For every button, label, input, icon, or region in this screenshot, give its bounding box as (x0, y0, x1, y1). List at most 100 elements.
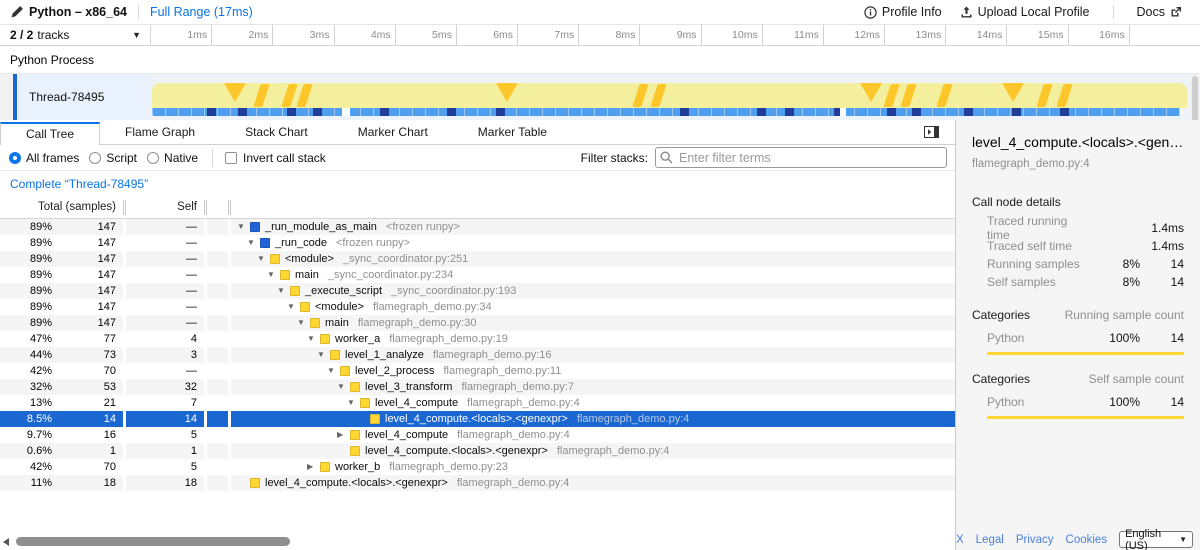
detail-value: 14 (1140, 275, 1184, 289)
ruler-tick[interactable]: 3ms (273, 25, 334, 45)
marker-slash-icon[interactable] (650, 84, 666, 107)
thread-label[interactable]: Thread-78495 (17, 74, 150, 120)
tab-call-tree[interactable]: Call Tree (0, 122, 100, 145)
ruler-ticks[interactable]: 1ms2ms3ms4ms5ms6ms7ms8ms9ms10ms11ms12ms1… (150, 25, 1190, 45)
table-row[interactable]: 89%147—▼<module>flamegraph_demo.py:34 (0, 299, 955, 315)
twisty-expanded-icon[interactable]: ▼ (267, 267, 280, 283)
twisty-expanded-icon[interactable]: ▼ (247, 235, 260, 251)
twisty-expanded-icon[interactable]: ▼ (287, 299, 300, 315)
ruler-tick[interactable]: 16ms (1069, 25, 1130, 45)
table-row[interactable]: 32%5332▼level_3_transformflamegraph_demo… (0, 379, 955, 395)
table-row[interactable]: 89%147—▼<module>_sync_coordinator.py:251 (0, 251, 955, 267)
table-row[interactable]: 89%147—▼mainflamegraph_demo.py:30 (0, 315, 955, 331)
twisty-collapsed-icon[interactable]: ▶ (337, 427, 350, 443)
tab-flame-graph[interactable]: Flame Graph (100, 121, 220, 144)
table-row[interactable]: 0.6%11level_4_compute.<locals>.<genexpr>… (0, 443, 955, 459)
twisty-expanded-icon[interactable]: ▼ (257, 251, 270, 267)
radio-all-frames[interactable]: All frames (9, 151, 79, 165)
marker-triangle-icon[interactable] (224, 83, 246, 102)
marker-slash-icon[interactable] (1056, 84, 1072, 107)
marker-triangle-icon[interactable] (1002, 83, 1024, 102)
column-header-total[interactable]: Total (samples) (0, 201, 123, 213)
ruler-tick[interactable]: 5ms (396, 25, 457, 45)
footer-link-cookies[interactable]: Cookies (1066, 534, 1108, 546)
radio-native[interactable]: Native (147, 151, 198, 165)
horizontal-scrollbar[interactable] (0, 536, 955, 548)
twisty-expanded-icon[interactable]: ▼ (237, 219, 250, 235)
marker-slash-icon[interactable] (936, 84, 952, 107)
column-resize-handle[interactable] (204, 200, 207, 215)
ruler-tick[interactable]: 8ms (579, 25, 640, 45)
ruler-tick[interactable]: 15ms (1007, 25, 1068, 45)
table-row[interactable]: 89%147—▼main_sync_coordinator.py:234 (0, 267, 955, 283)
twisty-expanded-icon[interactable]: ▼ (297, 315, 310, 331)
marker-slash-icon[interactable] (253, 84, 269, 107)
tracks-dropdown[interactable]: 2 / 2 tracks ▼ (0, 25, 150, 45)
ruler-tick[interactable]: 7ms (518, 25, 579, 45)
marker-triangle-icon[interactable] (860, 83, 882, 102)
table-row[interactable]: 89%147—▼_execute_script_sync_coordinator… (0, 283, 955, 299)
sample-strip[interactable] (152, 108, 1182, 116)
profile-info-button[interactable]: Profile Info (858, 5, 948, 19)
marker-triangle-icon[interactable] (496, 83, 518, 102)
track-python-process[interactable]: Python Process (0, 46, 1200, 74)
table-row[interactable]: 11%1818level_4_compute.<locals>.<genexpr… (0, 475, 955, 491)
ruler-tick[interactable]: 10ms (702, 25, 763, 45)
table-row[interactable]: 42%705▶worker_bflamegraph_demo.py:23 (0, 459, 955, 475)
footer-link-privacy[interactable]: Privacy (1016, 534, 1054, 546)
marker-band[interactable] (152, 83, 1187, 108)
footer-link-x[interactable]: X (956, 534, 964, 546)
ruler-tick[interactable]: 4ms (335, 25, 396, 45)
table-row[interactable]: 89%147—▼_run_code<frozen runpy> (0, 235, 955, 251)
twisty-expanded-icon[interactable]: ▼ (327, 363, 340, 379)
ruler-tick[interactable]: 1ms (151, 25, 212, 45)
edit-pencil-icon[interactable] (10, 6, 23, 19)
column-header-self[interactable]: Self (126, 201, 204, 213)
sidebar-toggle-icon[interactable] (924, 126, 939, 138)
marker-slash-icon[interactable] (883, 84, 899, 107)
column-resize-handle[interactable] (228, 200, 231, 215)
language-select[interactable]: English (US) ▼ (1119, 531, 1193, 548)
table-row[interactable]: 9.7%165▶level_4_computeflamegraph_demo.p… (0, 427, 955, 443)
scroll-left-arrow-icon[interactable] (3, 538, 9, 546)
table-row[interactable]: 8.5%1414level_4_compute.<locals>.<genexp… (0, 411, 955, 427)
tab-stack-chart[interactable]: Stack Chart (220, 121, 333, 144)
ruler-tick[interactable]: 11ms (763, 25, 824, 45)
table-row[interactable]: 47%774▼worker_aflamegraph_demo.py:19 (0, 331, 955, 347)
table-row[interactable]: 89%147—▼_run_module_as_main<frozen runpy… (0, 219, 955, 235)
twisty-expanded-icon[interactable]: ▼ (307, 331, 320, 347)
thread-track-canvas[interactable] (150, 74, 1190, 120)
breadcrumb-complete-range[interactable]: Complete “Thread-78495” (10, 177, 148, 191)
tracks-vertical-scrollbar[interactable] (1190, 74, 1200, 120)
full-range-button[interactable]: Full Range (17ms) (150, 5, 253, 19)
invert-call-stack-checkbox[interactable]: Invert call stack (225, 151, 326, 165)
tab-marker-chart[interactable]: Marker Chart (333, 121, 453, 144)
footer-link-legal[interactable]: Legal (976, 534, 1004, 546)
ruler-tick[interactable]: 9ms (640, 25, 701, 45)
scrollbar-thumb[interactable] (16, 537, 290, 546)
ruler-tick[interactable]: 14ms (946, 25, 1007, 45)
twisty-expanded-icon[interactable]: ▼ (277, 283, 290, 299)
ruler-tick[interactable]: 6ms (457, 25, 518, 45)
table-row[interactable]: 13%217▼level_4_computeflamegraph_demo.py… (0, 395, 955, 411)
twisty-expanded-icon[interactable]: ▼ (337, 379, 350, 395)
marker-slash-icon[interactable] (900, 84, 916, 107)
marker-slash-icon[interactable] (296, 84, 312, 107)
filter-stacks-input[interactable] (655, 147, 947, 168)
ruler-tick[interactable]: 2ms (212, 25, 273, 45)
table-row[interactable]: 44%733▼level_1_analyzeflamegraph_demo.py… (0, 347, 955, 363)
radio-script[interactable]: Script (89, 151, 137, 165)
ruler-tick[interactable] (1130, 25, 1190, 45)
docs-button[interactable]: Docs (1131, 5, 1188, 19)
marker-slash-icon[interactable] (281, 84, 297, 107)
tab-marker-table[interactable]: Marker Table (453, 121, 572, 144)
marker-slash-icon[interactable] (632, 84, 648, 107)
twisty-expanded-icon[interactable]: ▼ (317, 347, 330, 363)
twisty-collapsed-icon[interactable]: ▶ (307, 459, 320, 475)
table-row[interactable]: 42%70—▼level_2_processflamegraph_demo.py… (0, 363, 955, 379)
ruler-tick[interactable]: 13ms (885, 25, 946, 45)
ruler-tick[interactable]: 12ms (824, 25, 885, 45)
twisty-expanded-icon[interactable]: ▼ (347, 395, 360, 411)
marker-slash-icon[interactable] (1036, 84, 1052, 107)
upload-profile-button[interactable]: Upload Local Profile (954, 5, 1096, 19)
